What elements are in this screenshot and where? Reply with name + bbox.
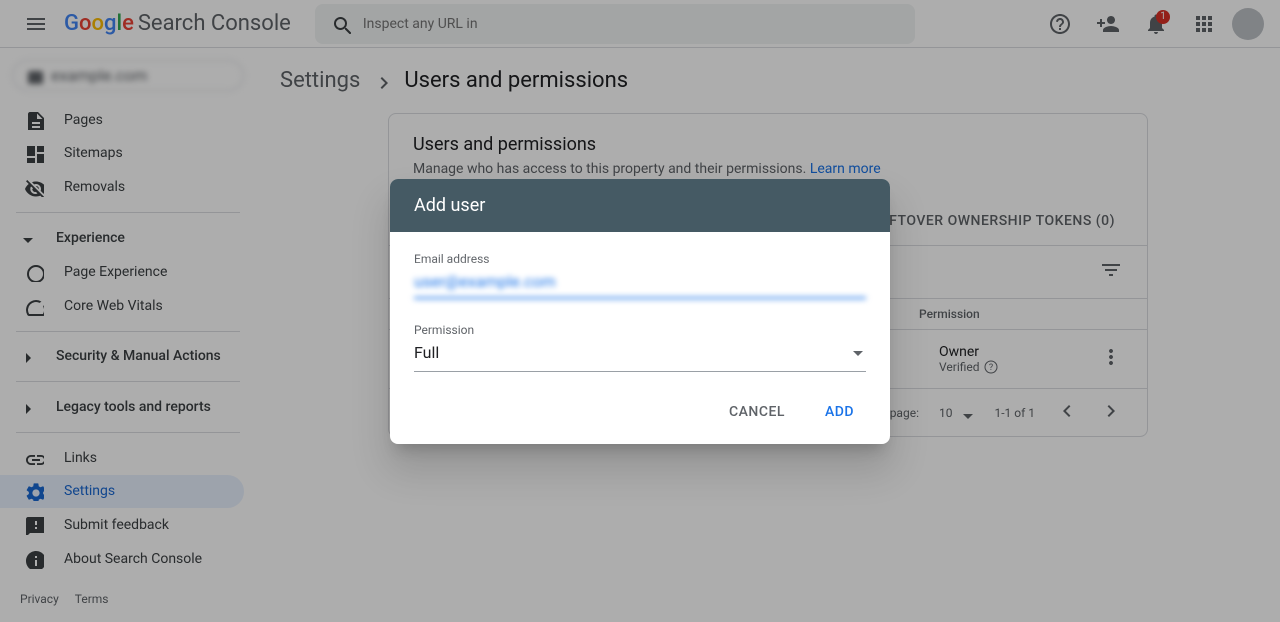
dialog-title: Add user — [390, 179, 890, 232]
permission-label: Permission — [414, 323, 866, 337]
dropdown-icon — [846, 341, 866, 361]
email-input[interactable] — [414, 266, 866, 299]
modal-scrim[interactable]: Add user Email address Permission Full C… — [0, 0, 1280, 622]
email-label: Email address — [414, 252, 866, 266]
add-button[interactable]: ADD — [809, 396, 870, 428]
add-user-dialog: Add user Email address Permission Full C… — [390, 179, 890, 444]
cancel-button[interactable]: CANCEL — [713, 396, 801, 428]
permission-value: Full — [414, 343, 439, 362]
permission-select[interactable]: Full — [414, 337, 866, 372]
